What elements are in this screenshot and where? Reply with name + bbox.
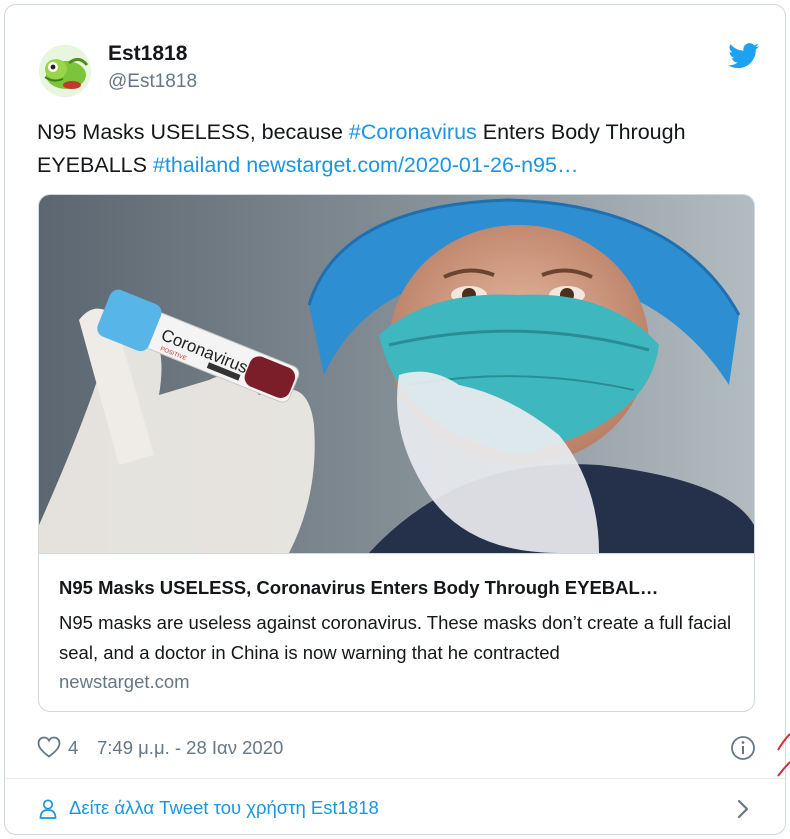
chevron-right-icon[interactable] [735,798,751,820]
health-worker-photo: Coronavirus POSITIVE [39,195,754,553]
like-count[interactable]: 4 [68,737,78,759]
tweet-meta: 4 7:49 μ.μ. - 28 Ιαν 2020 [37,735,757,761]
more-tweets-link[interactable]: Δείτε άλλα Tweet του χρήστη Est1818 [5,779,785,834]
hashtag-thailand[interactable]: #thailand [153,153,240,177]
more-tweets-label[interactable]: Δείτε άλλα Tweet του χρήστη Est1818 [69,797,379,819]
user-handle[interactable]: @Est1818 [108,71,197,93]
card-description: N95 masks are useless against coronaviru… [59,612,732,663]
tweet-text: N95 Masks USELESS, because #Coronavirus … [37,116,767,182]
hashtag-coronavirus[interactable]: #Coronavirus [349,120,477,144]
card-title[interactable]: N95 Masks USELESS, Coronavirus Enters Bo… [59,577,739,599]
user-icon [39,799,57,819]
info-icon[interactable] [730,735,756,761]
heart-icon[interactable] [37,736,61,758]
tweet-url-link[interactable]: newstarget.com/2020-01-26-n95… [246,153,578,177]
twitter-bird-icon[interactable] [727,43,761,69]
avatar[interactable] [39,45,91,97]
card-image[interactable]: Coronavirus POSITIVE [39,195,754,554]
tweet-text-part: N95 Masks USELESS, because [37,120,349,144]
embedded-tweet: Est1818 @Est1818 N95 Masks USELESS, beca… [4,4,786,835]
red-annotation-mark [777,733,790,777]
link-preview-card[interactable]: Coronavirus POSITIVE N95 Masks USELESS, … [38,194,755,712]
chameleon-avatar-image [39,45,91,97]
display-name[interactable]: Est1818 [108,42,187,66]
timestamp[interactable]: 7:49 μ.μ. - 28 Ιαν 2020 [97,737,283,759]
card-domain: newstarget.com [59,671,190,692]
